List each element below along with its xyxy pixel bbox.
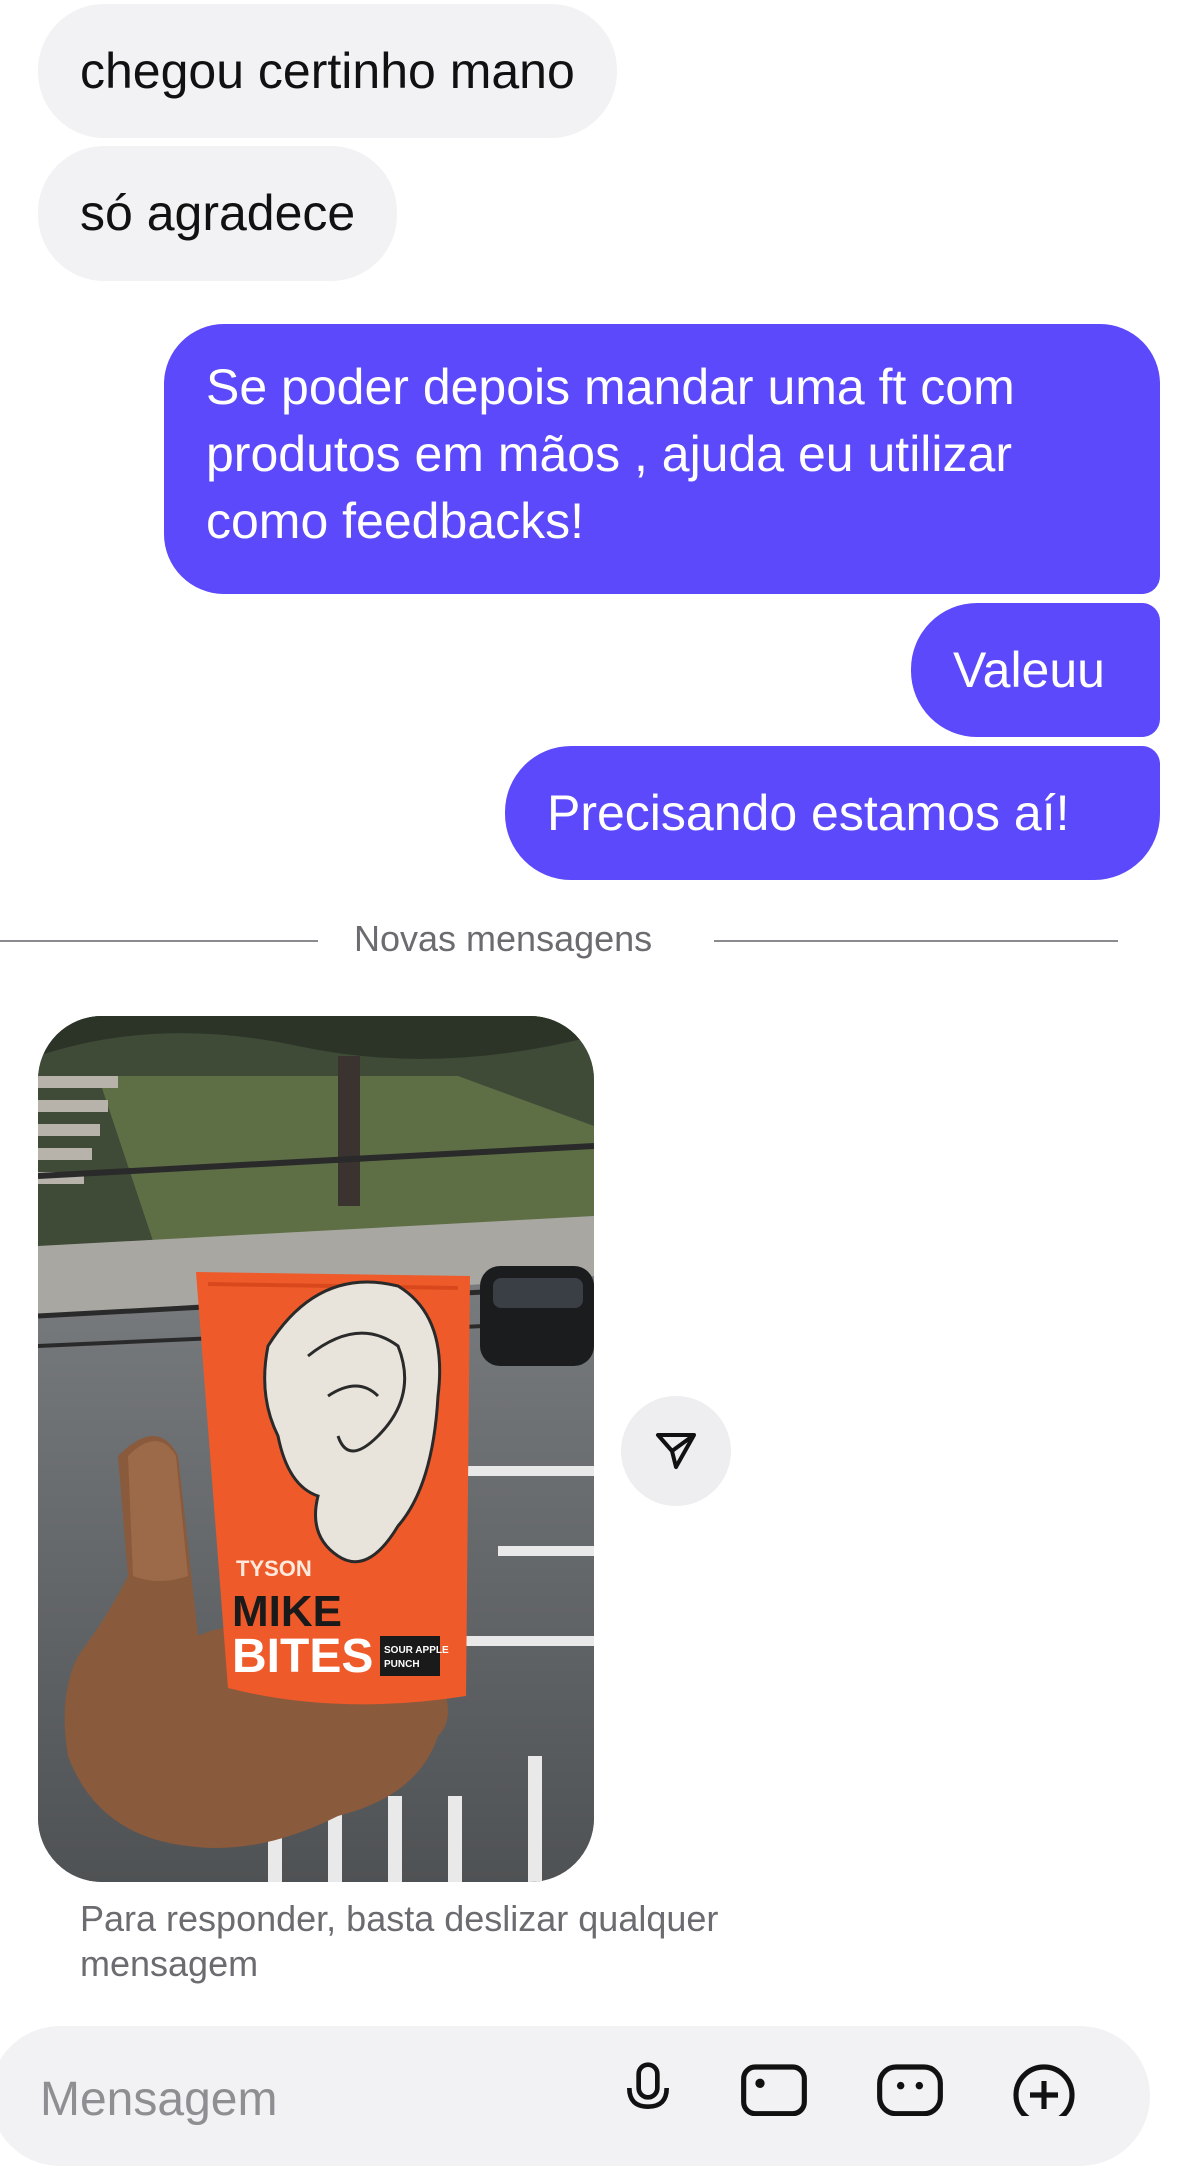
message-text: chegou certinho mano — [80, 42, 575, 99]
message-bubble-incoming[interactable]: só agradece — [38, 146, 398, 281]
sticker-icon[interactable] — [872, 2060, 948, 2116]
divider-line-left — [0, 940, 318, 942]
svg-text:PUNCH: PUNCH — [384, 1659, 420, 1670]
message-bubble-incoming[interactable]: chegou certinho mano — [38, 4, 617, 138]
bag-title-text-2: BITES — [232, 1630, 373, 1683]
divider-line-right — [714, 940, 1118, 942]
message-bubble-outgoing[interactable]: Se poder depois mandar uma ft com produt… — [164, 324, 1160, 594]
message-text: Se poder depois mandar uma ft com produt… — [206, 359, 1015, 549]
paper-plane-icon — [656, 1433, 696, 1469]
message-text: só agradece — [80, 185, 356, 241]
bag-title-text-1: MIKE — [232, 1587, 342, 1636]
new-messages-divider: Novas mensagens — [354, 918, 653, 959]
message-composer[interactable]: Mensagem — [0, 2026, 1150, 2166]
photo-image: TYSON MIKE BITES SOUR APPLE PUNCH — [38, 1016, 594, 1882]
message-bubble-outgoing[interactable]: Precisando estamos aí! — [505, 746, 1160, 880]
message-bubble-outgoing[interactable]: Valeuu — [911, 603, 1160, 737]
photo-icon[interactable] — [736, 2060, 812, 2116]
message-input-placeholder[interactable]: Mensagem — [40, 2072, 277, 2127]
photo-message[interactable]: TYSON MIKE BITES SOUR APPLE PUNCH — [38, 1016, 594, 1882]
microphone-icon[interactable] — [620, 2060, 676, 2116]
reply-hint: Para responder, basta deslizar qualquer … — [80, 1898, 719, 1984]
bag-brand-text: TYSON — [236, 1556, 312, 1581]
message-text: Valeuu — [953, 641, 1105, 698]
svg-text:SOUR APPLE: SOUR APPLE — [384, 1645, 449, 1656]
add-icon[interactable] — [1004, 2060, 1084, 2116]
message-text: Precisando estamos aí! — [547, 784, 1070, 841]
share-button[interactable] — [621, 1396, 731, 1506]
